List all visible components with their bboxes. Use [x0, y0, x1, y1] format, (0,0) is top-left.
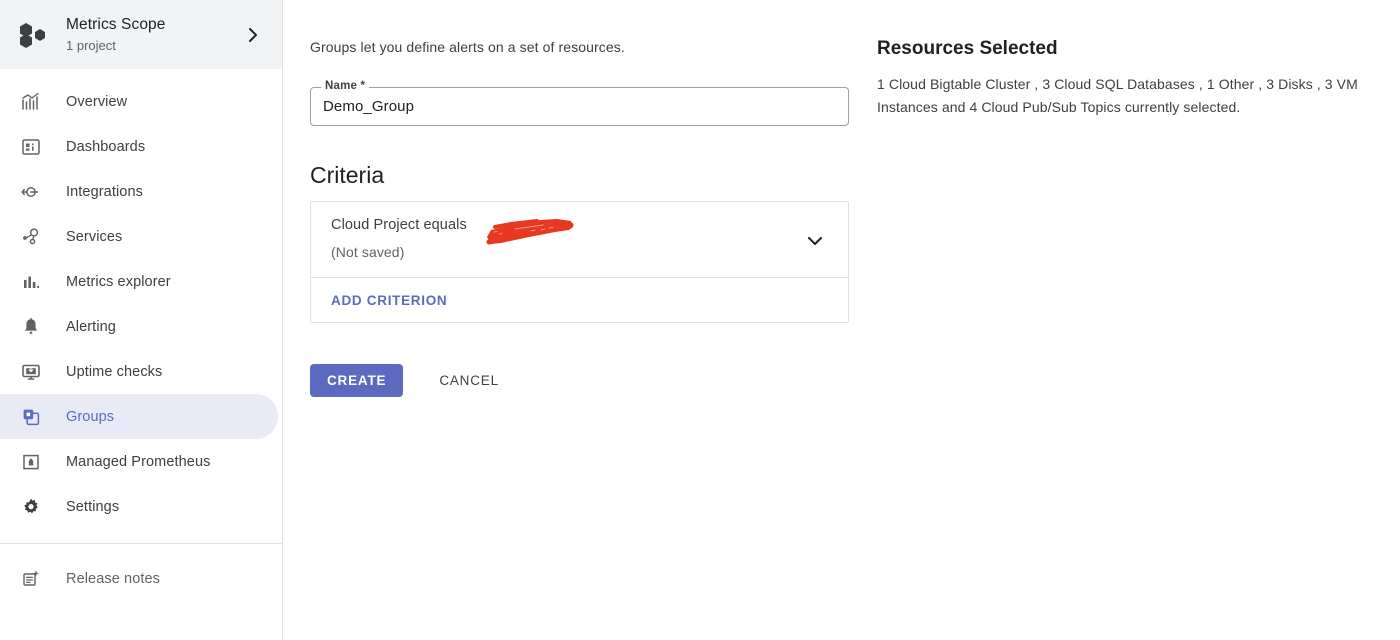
resources-selected-title: Resources Selected — [877, 38, 1058, 59]
sidebar-item-label: Release notes — [66, 570, 160, 587]
sidebar-item-metrics-explorer[interactable]: Metrics explorer — [0, 259, 278, 304]
prometheus-flame-icon — [18, 449, 44, 475]
sidebar-item-label: Uptime checks — [66, 363, 163, 380]
sidebar-item-label: Integrations — [66, 183, 143, 200]
sidebar-footer: Release notes — [0, 544, 282, 601]
sidebar-item-label: Alerting — [66, 318, 116, 335]
metrics-scope-subtitle: 1 project — [66, 37, 116, 53]
sidebar-item-uptime-checks[interactable]: Uptime checks — [0, 349, 278, 394]
sidebar-item-label: Groups — [66, 408, 115, 425]
services-nodes-icon — [18, 224, 44, 250]
sidebar-item-dashboards[interactable]: Dashboards — [0, 124, 278, 169]
create-button[interactable]: CREATE — [310, 364, 404, 397]
resources-selected-panel: Resources Selected 1 Cloud Bigtable Clus… — [877, 36, 1367, 119]
metrics-scope-selector[interactable]: Metrics Scope 1 project — [0, 0, 282, 69]
sidebar-item-label: Dashboards — [66, 138, 146, 155]
main-content: Groups let you define alerts on a set of… — [283, 0, 1400, 640]
metrics-scope-hexagons-icon — [14, 17, 50, 53]
resources-selected-summary: 1 Cloud Bigtable Cluster , 3 Cloud SQL D… — [877, 76, 1358, 115]
chevron-right-icon[interactable] — [244, 26, 262, 44]
criteria-card: Cloud Project equals (Not saved) ADD CRI… — [310, 201, 849, 323]
criteria-expression-wrap: Cloud Project equals — [331, 216, 574, 245]
sidebar-item-label: Managed Prometheus — [66, 453, 211, 470]
cancel-button[interactable]: CANCEL — [431, 364, 507, 397]
sidebar: Metrics Scope 1 project Overview Dashboa… — [0, 0, 283, 640]
bar-chart-icon — [18, 269, 44, 295]
sidebar-item-groups[interactable]: Groups — [0, 394, 278, 439]
monitor-uptime-icon — [18, 359, 44, 385]
criteria-heading: Criteria — [310, 162, 385, 188]
sidebar-item-services[interactable]: Services — [0, 214, 278, 259]
groups-squares-icon — [18, 404, 44, 430]
monitoring-groups-page: Metrics Scope 1 project Overview Dashboa… — [0, 0, 1400, 640]
sidebar-item-overview[interactable]: Overview — [0, 79, 278, 124]
sidebar-item-label: Overview — [66, 93, 128, 110]
metrics-scope-title: Metrics Scope — [66, 15, 166, 33]
sidebar-item-release-notes[interactable]: Release notes — [0, 556, 278, 601]
add-criterion-button[interactable]: ADD CRITERION — [331, 293, 447, 308]
gear-icon — [18, 494, 44, 520]
add-criterion-row[interactable]: ADD CRITERION — [311, 278, 848, 322]
dashboards-grid-icon — [18, 134, 44, 160]
intro-text: Groups let you define alerts on a set of… — [310, 39, 625, 55]
group-name-value[interactable]: Demo_Group — [323, 87, 837, 126]
criteria-row[interactable]: Cloud Project equals (Not saved) — [311, 202, 848, 277]
sidebar-item-label: Services — [66, 228, 123, 245]
bell-icon — [18, 314, 44, 340]
criteria-status: (Not saved) — [331, 244, 405, 260]
release-notes-icon — [18, 566, 44, 592]
integrations-plug-icon — [18, 179, 44, 205]
sidebar-item-settings[interactable]: Settings — [0, 484, 278, 529]
sidebar-nav: Overview Dashboards Integrations Service… — [0, 69, 282, 601]
group-name-field[interactable]: Name * Demo_Group — [310, 80, 849, 126]
overview-chart-icon — [18, 89, 44, 115]
chevron-down-icon[interactable] — [804, 230, 826, 257]
sidebar-item-label: Metrics explorer — [66, 273, 171, 290]
criteria-expression: Cloud Project equals — [331, 217, 467, 233]
form-actions: CREATE CANCEL — [310, 364, 507, 397]
sidebar-item-integrations[interactable]: Integrations — [0, 169, 278, 214]
sidebar-item-alerting[interactable]: Alerting — [0, 304, 278, 349]
sidebar-item-label: Settings — [66, 498, 120, 515]
sidebar-item-managed-prometheus[interactable]: Managed Prometheus — [0, 439, 278, 484]
